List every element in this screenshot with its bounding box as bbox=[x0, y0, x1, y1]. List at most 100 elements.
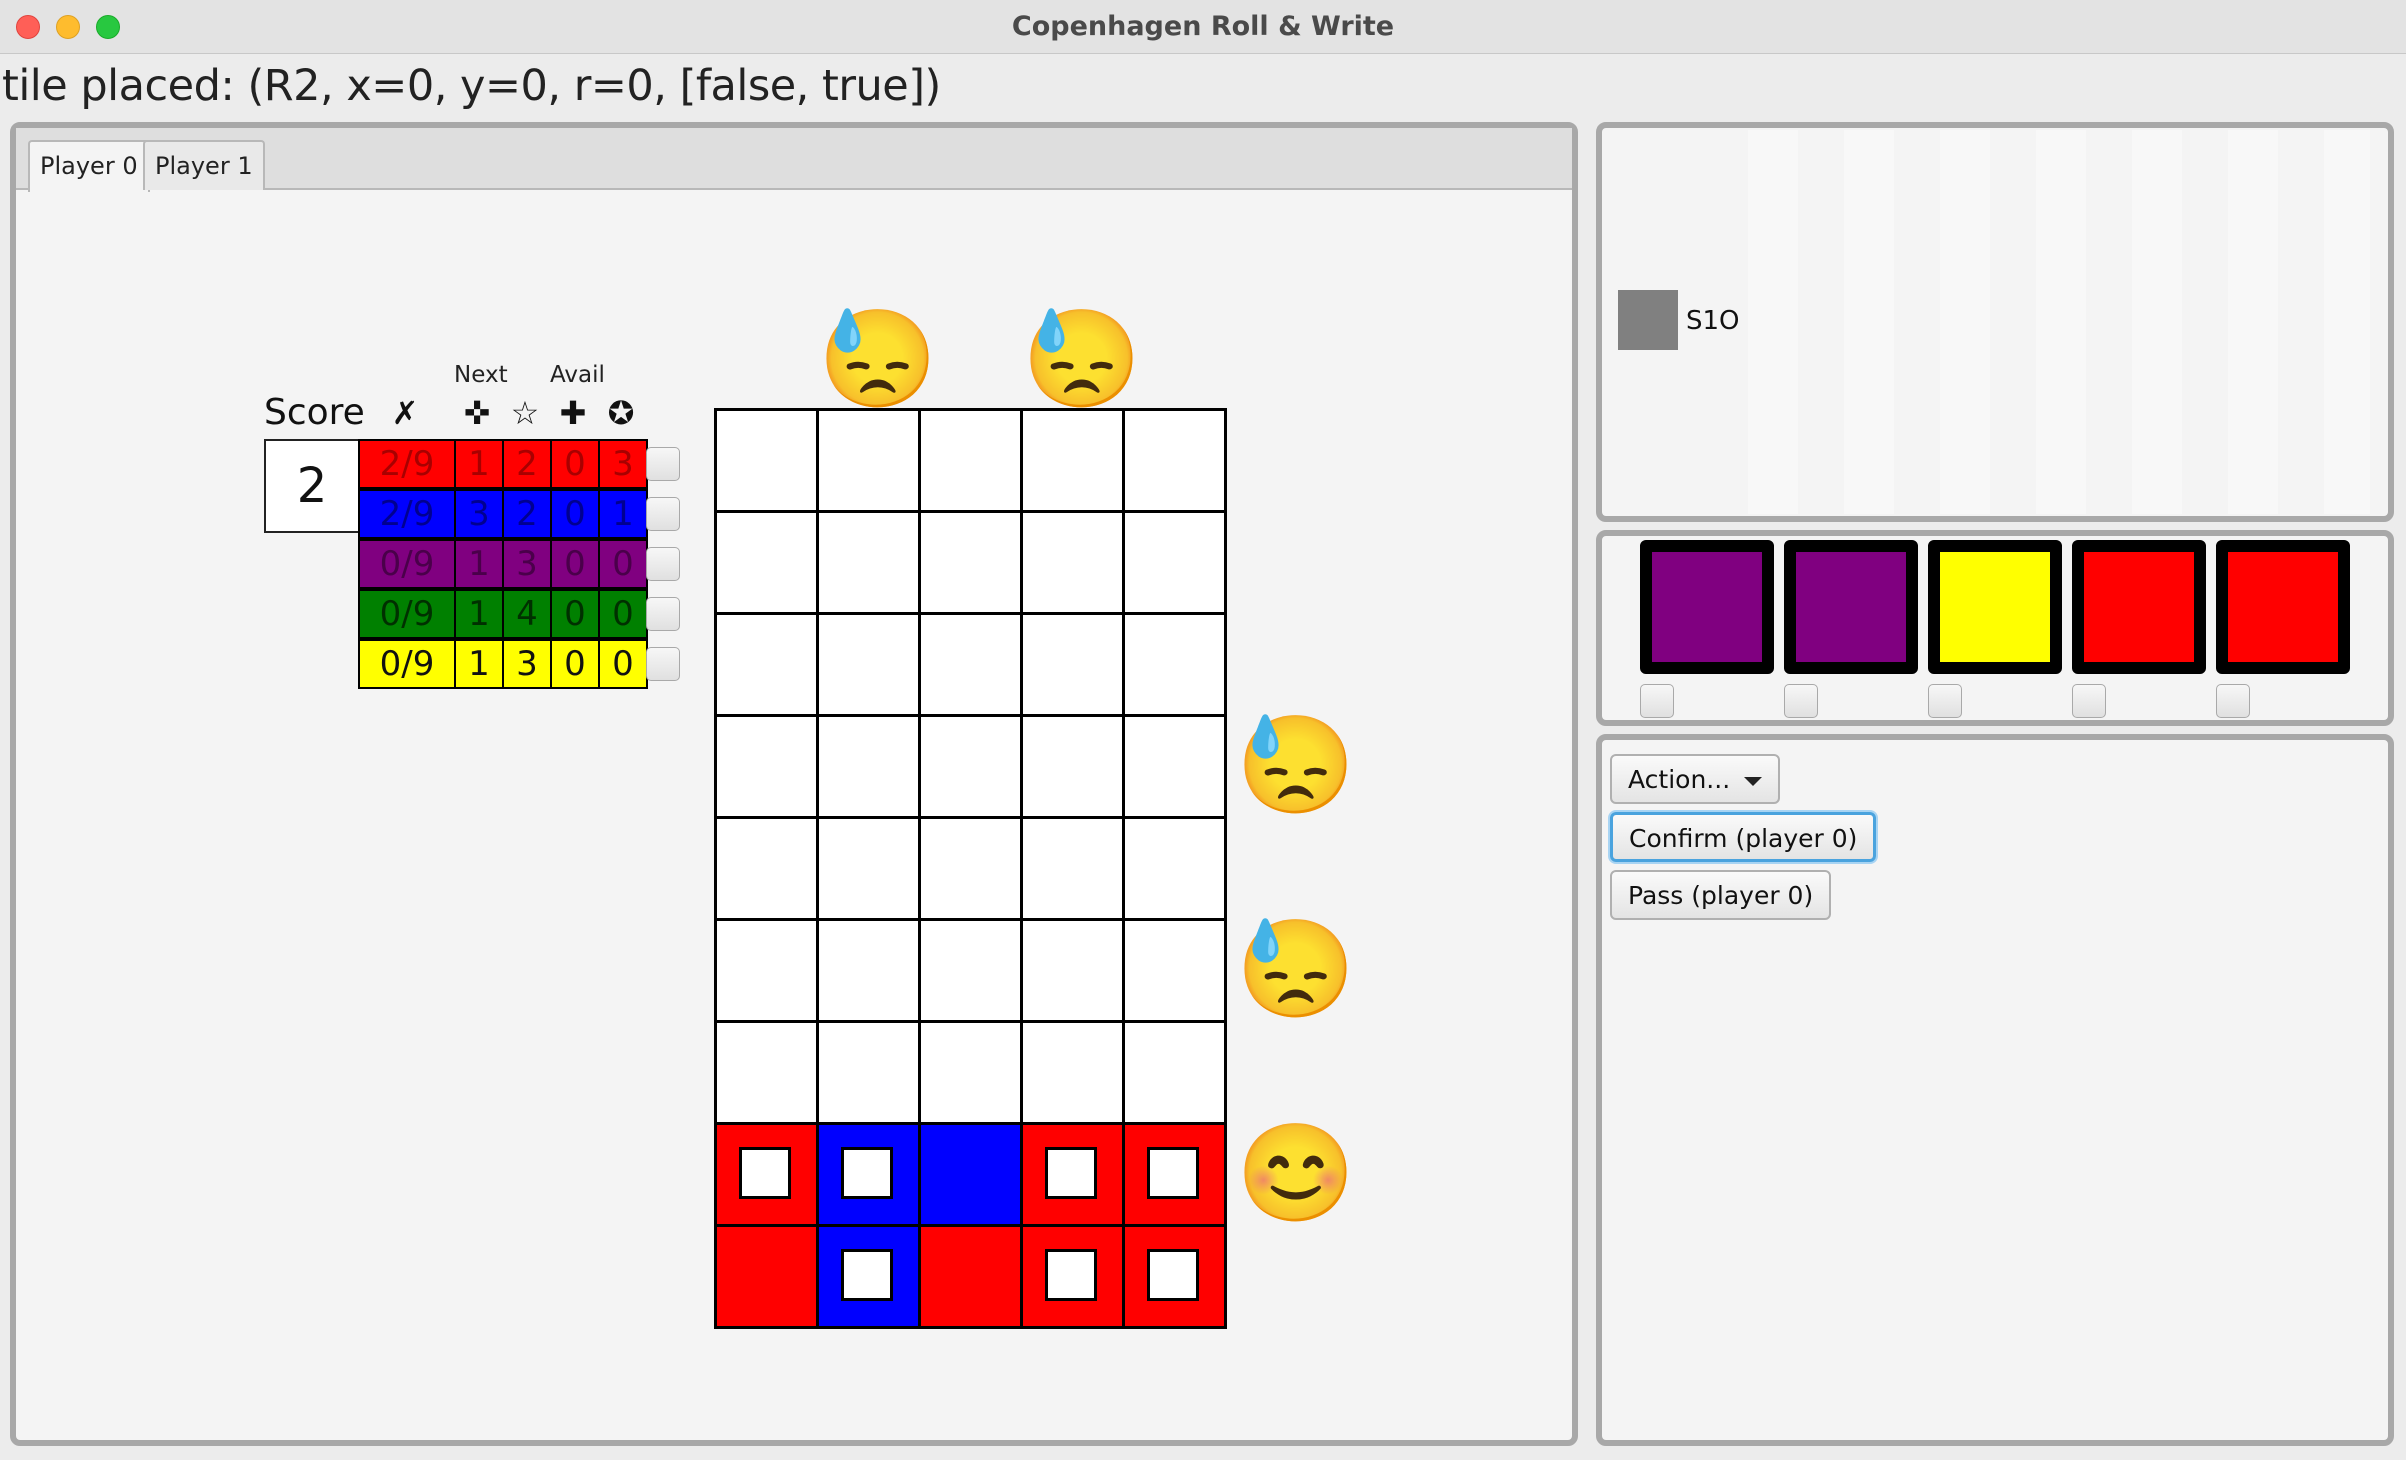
score-cell: 0 bbox=[550, 589, 600, 639]
board-cell[interactable] bbox=[1122, 612, 1227, 717]
board-cell[interactable] bbox=[1122, 816, 1227, 921]
pool-die-checkbox[interactable] bbox=[1640, 684, 1674, 718]
board-cell[interactable] bbox=[918, 1224, 1023, 1329]
board-cell[interactable] bbox=[714, 612, 819, 717]
die-list-stripe bbox=[2132, 130, 2182, 514]
score-cell: 3 bbox=[502, 539, 552, 589]
tab-player-1[interactable]: Player 1 bbox=[143, 140, 265, 190]
die-list-stripe bbox=[1940, 130, 1990, 514]
pass-button[interactable]: Pass (player 0) bbox=[1610, 870, 1832, 920]
pool-die[interactable] bbox=[1640, 540, 1774, 674]
score-cell: 1 bbox=[454, 439, 504, 489]
board-cell[interactable] bbox=[1020, 1224, 1125, 1329]
board-cell[interactable] bbox=[1122, 1122, 1227, 1227]
score-cell: 2/9 bbox=[358, 489, 456, 539]
score-label: Score bbox=[264, 392, 365, 433]
score-cell: 4 bbox=[502, 589, 552, 639]
board-cell[interactable] bbox=[816, 1020, 921, 1125]
pool-die[interactable] bbox=[1928, 540, 2062, 674]
board-cell[interactable] bbox=[1122, 510, 1227, 615]
window-marker bbox=[841, 1147, 893, 1199]
board-cell[interactable] bbox=[816, 408, 921, 513]
board-cell[interactable] bbox=[1020, 1020, 1125, 1125]
board-cell[interactable] bbox=[714, 714, 819, 819]
board-cell[interactable] bbox=[918, 612, 1023, 717]
board-cell[interactable] bbox=[714, 408, 819, 513]
board-cell[interactable] bbox=[1020, 714, 1125, 819]
score-cell: 0 bbox=[598, 539, 648, 589]
score-cell: 0 bbox=[550, 639, 600, 689]
board-cell[interactable] bbox=[918, 510, 1023, 615]
pool-die-checkbox[interactable] bbox=[2216, 684, 2250, 718]
window-marker bbox=[1147, 1249, 1199, 1301]
board-cell[interactable] bbox=[714, 1122, 819, 1227]
board-cell[interactable] bbox=[714, 1224, 819, 1329]
tab-player-0[interactable]: Player 0 bbox=[28, 140, 150, 192]
die-list-stripe bbox=[2228, 130, 2278, 514]
board-cell[interactable] bbox=[918, 714, 1023, 819]
board-cell[interactable] bbox=[918, 816, 1023, 921]
row-checkbox[interactable] bbox=[646, 597, 680, 631]
pool-die-checkbox[interactable] bbox=[1784, 684, 1818, 718]
board-cell[interactable] bbox=[1122, 408, 1227, 513]
board-cell[interactable] bbox=[918, 1122, 1023, 1227]
pool-die-checkbox[interactable] bbox=[2072, 684, 2106, 718]
score-cell: 0/9 bbox=[358, 589, 456, 639]
action-dropdown[interactable]: Action... bbox=[1610, 754, 1781, 804]
plus-icon: ✚ bbox=[559, 394, 587, 432]
score-cell: 1 bbox=[598, 489, 648, 539]
board-cell[interactable] bbox=[918, 918, 1023, 1023]
window-title: Copenhagen Roll & Write bbox=[1011, 11, 1395, 42]
row-checkbox[interactable] bbox=[646, 547, 680, 581]
board-cell[interactable] bbox=[714, 816, 819, 921]
board-cell[interactable] bbox=[816, 1224, 921, 1329]
board-cell[interactable] bbox=[816, 816, 921, 921]
avail-label: Avail bbox=[550, 362, 605, 388]
move-cross-icon: ✜ bbox=[463, 394, 491, 432]
star-outline-icon: ☆ bbox=[510, 394, 540, 432]
score-cell: 2/9 bbox=[358, 439, 456, 489]
score-cell: 1 bbox=[454, 639, 504, 689]
board-cell[interactable] bbox=[1020, 612, 1125, 717]
pool-die-checkbox[interactable] bbox=[1928, 684, 1962, 718]
row-checkbox[interactable] bbox=[646, 647, 680, 681]
action-dropdown-label: Action... bbox=[1628, 765, 1731, 794]
board-cell[interactable] bbox=[714, 510, 819, 615]
window-marker bbox=[841, 1249, 893, 1301]
board-cell[interactable] bbox=[1020, 1122, 1125, 1227]
board-cell[interactable] bbox=[1122, 918, 1227, 1023]
window-marker bbox=[739, 1147, 791, 1199]
confirm-button[interactable]: Confirm (player 0) bbox=[1610, 812, 1877, 862]
pool-die[interactable] bbox=[1784, 540, 1918, 674]
die-list-stripe bbox=[2324, 130, 2370, 514]
board-cell[interactable] bbox=[816, 918, 921, 1023]
score-cell: 2 bbox=[502, 489, 552, 539]
board-cell[interactable] bbox=[1020, 816, 1125, 921]
board-cell[interactable] bbox=[816, 1122, 921, 1227]
score-cell: 3 bbox=[502, 639, 552, 689]
board-cell[interactable] bbox=[816, 714, 921, 819]
board-cell[interactable] bbox=[816, 612, 921, 717]
status-message: tile placed: (R2, x=0, y=0, r=0, [false,… bbox=[2, 61, 941, 111]
pool-die[interactable] bbox=[2216, 540, 2350, 674]
score-cell: 0 bbox=[550, 539, 600, 589]
board-cell[interactable] bbox=[1020, 918, 1125, 1023]
board-cell[interactable] bbox=[1122, 1224, 1227, 1329]
score-cell: 2 bbox=[502, 439, 552, 489]
board-cell[interactable] bbox=[918, 1020, 1023, 1125]
selected-die-swatch[interactable] bbox=[1618, 290, 1678, 350]
board-cell[interactable] bbox=[1020, 408, 1125, 513]
board-cell[interactable] bbox=[1020, 510, 1125, 615]
score-cell: 3 bbox=[598, 439, 648, 489]
row-checkbox[interactable] bbox=[646, 447, 680, 481]
score-cell: 3 bbox=[454, 489, 504, 539]
board-cell[interactable] bbox=[714, 918, 819, 1023]
pool-die[interactable] bbox=[2072, 540, 2206, 674]
board-cell[interactable] bbox=[1122, 1020, 1227, 1125]
board-cell[interactable] bbox=[1122, 714, 1227, 819]
board-cell[interactable] bbox=[714, 1020, 819, 1125]
board-cell[interactable] bbox=[816, 510, 921, 615]
row-checkbox[interactable] bbox=[646, 497, 680, 531]
board-cell[interactable] bbox=[918, 408, 1023, 513]
score-cell: 0/9 bbox=[358, 539, 456, 589]
